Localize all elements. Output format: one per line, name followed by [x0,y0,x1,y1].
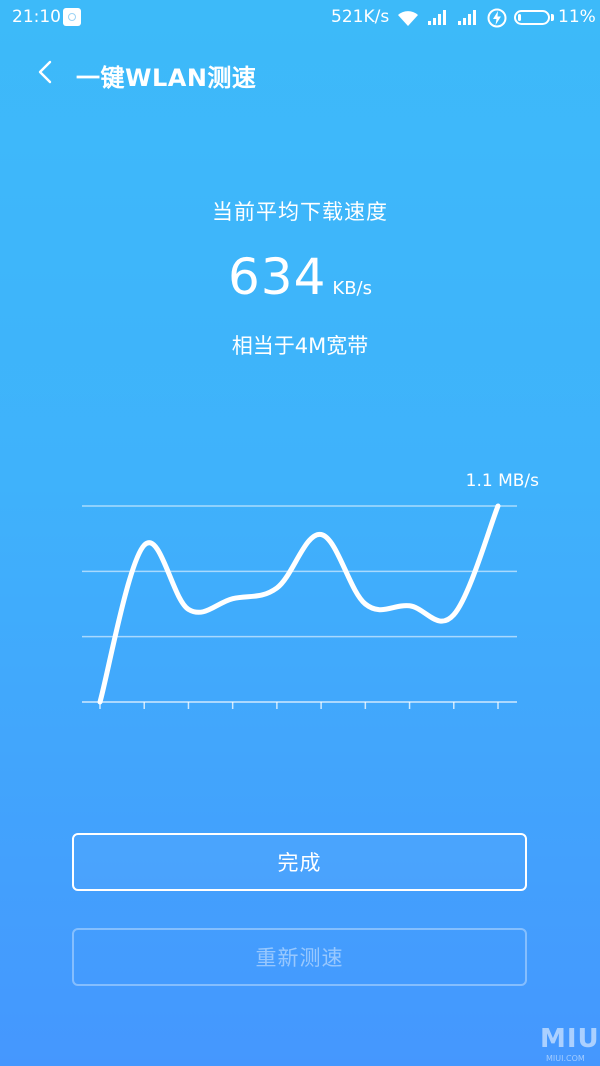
status-time: 21:10 [12,7,61,27]
done-button[interactable]: 完成 [72,833,527,891]
retest-button[interactable]: 重新测速 [72,928,527,986]
chart-grid [82,505,517,703]
brand-watermark: MIUI [540,1024,600,1054]
header: 一键WLAN测速 [0,48,600,96]
battery-level-fill [518,14,522,21]
speed-unit: KB/s [332,278,373,299]
notification-icon [63,8,81,26]
signal-icon [457,8,479,31]
bandwidth-equivalent: 相当于4M宽带 [231,334,369,358]
charging-icon [487,8,507,33]
back-button[interactable] [28,54,64,90]
wifi-icon [396,8,420,33]
battery-tip [551,14,554,21]
speed-line [97,503,501,705]
chart-max-label: 1.1 MB/s [466,471,539,491]
speed-chart: 1.1 MB/s [82,471,539,709]
brand-watermark-sub: MIUI.COM [546,1054,585,1063]
signal-icon [427,8,449,31]
speed-caption: 当前平均下载速度 [212,200,388,224]
status-bar: 21:10 521K/s 11% [0,0,600,36]
speed-readout: 634 KB/s [0,248,600,306]
page-title: 一键WLAN测速 [76,64,257,92]
chevron-left-icon [38,60,52,84]
battery-icon [514,10,550,25]
speed-value: 634 [227,248,327,306]
network-speed: 521K/s [331,7,390,27]
chart-x-ticks [99,702,499,709]
battery-percent: 11% [558,7,596,27]
